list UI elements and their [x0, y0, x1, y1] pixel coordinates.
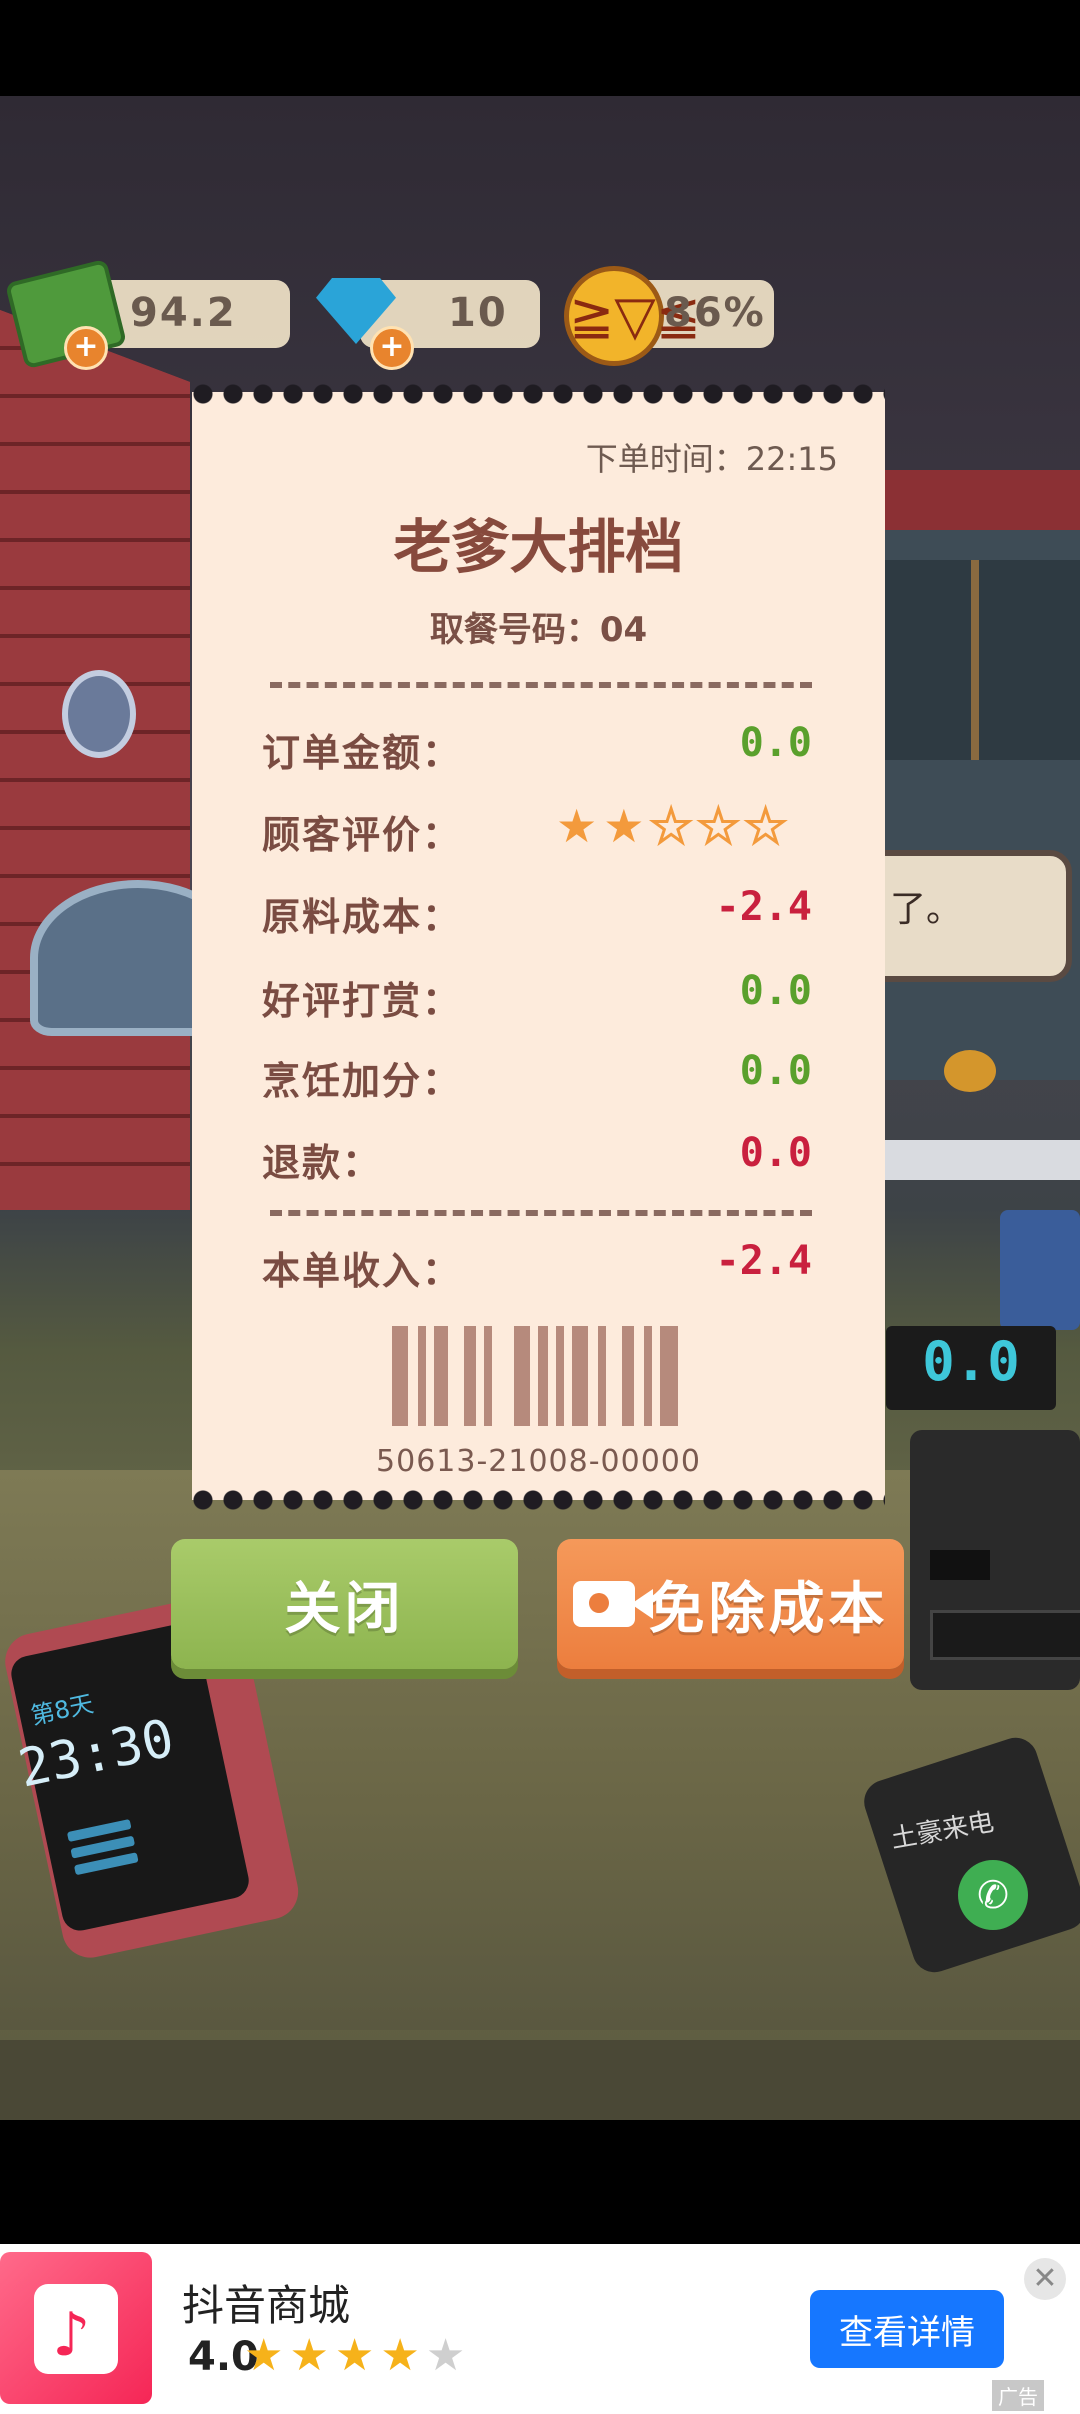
- star-empty-icon: ★: [743, 799, 787, 854]
- window-frame: [870, 560, 1080, 760]
- close-button[interactable]: 关闭: [171, 1539, 518, 1669]
- star-filled-icon: ★: [603, 799, 645, 853]
- cooking-bonus-value: 0.0: [739, 1048, 812, 1094]
- brick-wall: [0, 310, 190, 1210]
- add-cash-icon[interactable]: +: [64, 326, 108, 370]
- receipt-divider: [270, 682, 812, 688]
- star-empty-icon: ★: [696, 799, 740, 854]
- speech-text: 了。: [890, 889, 963, 930]
- barcode-icon: [392, 1326, 684, 1426]
- add-gem-icon[interactable]: +: [370, 326, 414, 370]
- bread-icon: [944, 1050, 996, 1092]
- star-empty-icon: ★: [649, 799, 693, 854]
- ad-close-icon[interactable]: ✕: [1024, 2258, 1066, 2300]
- phone-icon[interactable]: ✆: [958, 1860, 1028, 1930]
- refund-value: 0.0: [739, 1130, 812, 1176]
- pickup-code: 取餐号码：04: [429, 610, 648, 650]
- receipt-top-edge: [192, 383, 885, 405]
- ingredient-cost-label: 原料成本：: [262, 895, 463, 939]
- order-amount-label: 订单金额：: [262, 731, 463, 775]
- ad-rating-stars: ★★★★★: [244, 2330, 471, 2381]
- star-filled-icon: ★: [334, 2330, 381, 2381]
- order-income-value: -2.4: [715, 1238, 812, 1284]
- star-filled-icon: ★: [244, 2330, 290, 2381]
- register-slot: [930, 1550, 990, 1580]
- barcode-number: 50613-21008-00000: [376, 1444, 701, 1479]
- customer-rating-label: 顾客评价：: [262, 813, 463, 857]
- tip-label: 好评打赏：: [262, 979, 463, 1023]
- video-icon: [572, 1581, 653, 1627]
- music-note-icon: ♪: [52, 2300, 91, 2370]
- shop-name: 老爹大排档: [393, 513, 684, 581]
- waive-cost-label: 免除成本: [648, 1576, 889, 1642]
- receipt-divider: [270, 1210, 812, 1216]
- receipt-bottom-edge: [192, 1489, 885, 1511]
- star-filled-icon: ★: [289, 2330, 335, 2381]
- customer-rating-stars: ★ ★ ★ ★ ★: [556, 799, 816, 854]
- dining-table: [880, 1140, 1080, 1180]
- stool: [1000, 1210, 1080, 1330]
- ad-app-name: 抖音商城: [182, 2281, 351, 2330]
- ad-tag: 广告: [992, 2380, 1044, 2411]
- order-time: 下单时间：22:15: [585, 440, 838, 478]
- counter-edge: [0, 2040, 1080, 2120]
- star-empty-icon: ★: [425, 2330, 472, 2381]
- ingredient-cost-value: -2.4: [715, 884, 812, 930]
- cash-value: 94.2: [130, 290, 237, 336]
- satisfaction-value: 86%: [664, 290, 766, 336]
- waive-cost-button[interactable]: 免除成本: [557, 1539, 904, 1669]
- star-filled-icon: ★: [556, 799, 598, 853]
- clock-icon: [62, 670, 136, 758]
- tip-value: 0.0: [739, 968, 812, 1014]
- order-amount-value: 0.0: [739, 720, 812, 766]
- view-details-button[interactable]: 查看详情: [810, 2290, 1004, 2368]
- gem-value: 10: [448, 290, 508, 336]
- close-button-label: 关闭: [284, 1576, 405, 1642]
- refund-label: 退款：: [262, 1141, 383, 1185]
- cooking-bonus-label: 烹饪加分：: [262, 1059, 463, 1103]
- register-drawer: [930, 1610, 1080, 1660]
- scale-display-value: 0.0: [922, 1330, 1020, 1393]
- happy-face-icon: ≧▽≦: [564, 266, 701, 366]
- star-filled-icon: ★: [380, 2330, 426, 2381]
- order-income-label: 本单收入：: [262, 1249, 463, 1293]
